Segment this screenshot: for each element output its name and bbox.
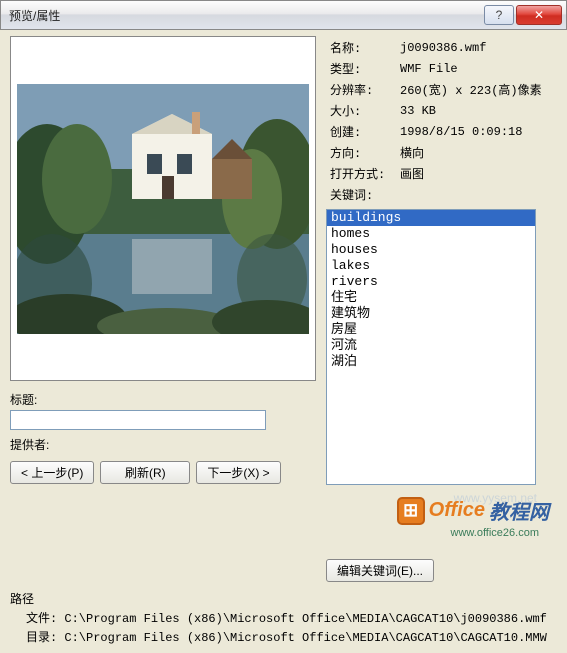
file-path-line: 文件: C:\Program Files (x86)\Microsoft Off… [10, 609, 557, 626]
dialog-content: 标题: 提供者: < 上一步(P) 刷新(R) 下一步(X) > 名称:j009… [0, 30, 567, 653]
keyword-item[interactable]: 住宅 [327, 290, 535, 306]
provider-label: 提供者: [10, 436, 60, 453]
close-icon: ✕ [534, 8, 544, 22]
keyword-item[interactable]: 建筑物 [327, 306, 535, 322]
dir-path-line: 目录: C:\Program Files (x86)\Microsoft Off… [10, 628, 557, 645]
titlebar-buttons: ? ✕ [482, 5, 562, 25]
titlebar: 预览/属性 ? ✕ [0, 0, 567, 30]
caption-input[interactable] [10, 410, 266, 430]
keyword-item[interactable]: rivers [327, 274, 535, 290]
orient-value: 横向 [398, 143, 555, 162]
path-section-label: 路径 [10, 590, 557, 607]
help-icon: ? [496, 8, 503, 22]
dir-path-value: C:\Program Files (x86)\Microsoft Office\… [64, 631, 546, 645]
file-path-value: C:\Program Files (x86)\Microsoft Office\… [64, 612, 546, 626]
keyword-item[interactable]: 房屋 [327, 322, 535, 338]
keyword-item[interactable]: homes [327, 226, 535, 242]
keywords-label: 关键词: [328, 185, 396, 204]
keyword-item[interactable]: 湖泊 [327, 354, 535, 370]
type-label: 类型: [328, 59, 396, 78]
properties-table: 名称:j0090386.wmf 类型:WMF File 分辨率:260(宽) x… [326, 36, 557, 206]
keyword-item[interactable]: houses [327, 242, 535, 258]
help-button[interactable]: ? [484, 5, 514, 25]
preview-box [10, 36, 316, 381]
openwith-label: 打开方式: [328, 164, 396, 183]
keyword-item[interactable]: buildings [327, 210, 535, 226]
window-title: 预览/属性 [9, 7, 482, 24]
res-value: 260(宽) x 223(高)像素 [398, 80, 555, 99]
keyword-item[interactable]: 河流 [327, 338, 535, 354]
openwith-value: 画图 [398, 164, 555, 183]
refresh-button[interactable]: 刷新(R) [100, 461, 190, 484]
keywords-listbox[interactable]: buildingshomeshouseslakesrivers住宅建筑物房屋河流… [326, 209, 536, 485]
close-button[interactable]: ✕ [516, 5, 562, 25]
caption-label: 标题: [10, 391, 60, 408]
keyword-item[interactable]: lakes [327, 258, 535, 274]
next-button[interactable]: 下一步(X) > [196, 461, 280, 484]
preview-image [17, 84, 309, 334]
edit-keywords-button[interactable]: 编辑关键词(E)... [326, 559, 434, 582]
file-path-label: 文件: [26, 612, 57, 626]
size-label: 大小: [328, 101, 396, 120]
orient-label: 方向: [328, 143, 396, 162]
dir-path-label: 目录: [26, 631, 57, 645]
type-value: WMF File [398, 59, 555, 78]
name-label: 名称: [328, 38, 396, 57]
size-value: 33 KB [398, 101, 555, 120]
name-value: j0090386.wmf [398, 38, 555, 57]
watermark-url: www.office26.com [451, 527, 539, 539]
res-label: 分辨率: [328, 80, 396, 99]
watermark-faint: www.yysem.net [454, 491, 537, 505]
created-label: 创建: [328, 122, 396, 141]
created-value: 1998/8/15 0:09:18 [398, 122, 555, 141]
prev-button[interactable]: < 上一步(P) [10, 461, 94, 484]
